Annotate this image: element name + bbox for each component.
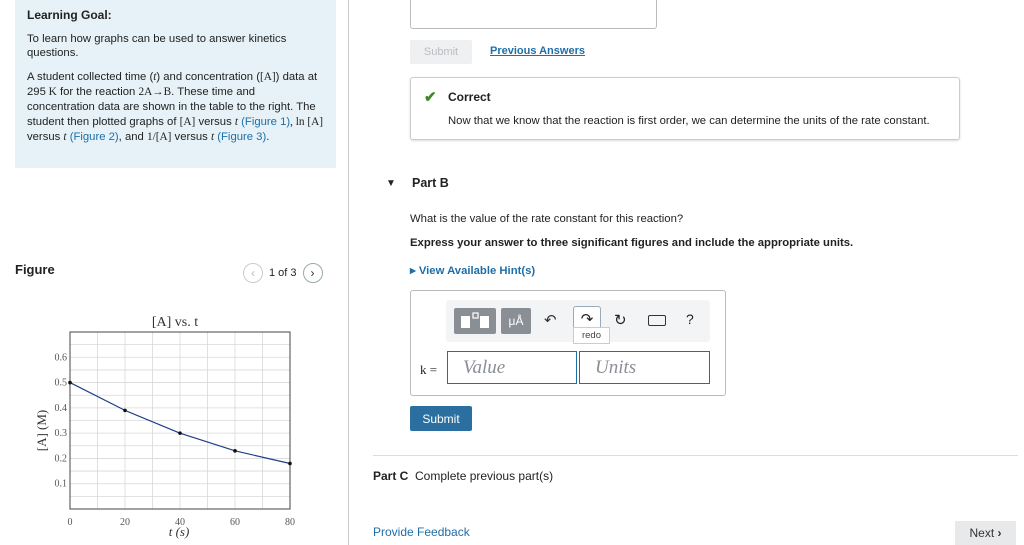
- chevron-right-icon: ›: [997, 526, 1002, 540]
- data-point: [178, 431, 182, 435]
- feedback-message: Now that we know that the reaction is fi…: [448, 115, 930, 127]
- templates-icon[interactable]: [454, 308, 496, 334]
- ln-conc: , ln [A]: [290, 115, 324, 128]
- y-tick-label: 0.3: [55, 428, 68, 439]
- learning-goal-panel: Learning Goal: To learn how graphs can b…: [15, 0, 336, 168]
- previous-answer-box: [410, 0, 657, 29]
- value-input[interactable]: Value: [447, 351, 577, 384]
- unit-k: K: [45, 85, 57, 98]
- y-tick-label: 0.4: [55, 403, 68, 414]
- var-conc: [A]: [259, 70, 276, 83]
- part-b-question: What is the value of the rate constant f…: [410, 213, 684, 225]
- text-fragment: versus: [27, 130, 64, 143]
- x-axis-label: t (s): [169, 524, 190, 539]
- var-t: t: [234, 115, 239, 128]
- figure-pager: ‹ 1 of 3 ›: [243, 263, 323, 283]
- figure-1-link[interactable]: (Figure 1): [241, 116, 290, 128]
- caret-down-icon[interactable]: ▼: [386, 178, 396, 189]
- y-tick-label: 0.6: [55, 352, 68, 363]
- learning-goal-title: Learning Goal:: [27, 8, 112, 22]
- var-t: t: [210, 130, 215, 143]
- reset-icon[interactable]: ↻: [614, 311, 627, 329]
- x-tick-label: 60: [230, 517, 240, 528]
- part-b-title[interactable]: Part B: [412, 176, 449, 190]
- undo-icon[interactable]: ↶: [544, 311, 557, 329]
- hints-label: View Available Hint(s): [418, 265, 536, 277]
- figure-heading: Figure: [15, 262, 55, 277]
- var-conc: [A]: [179, 115, 196, 128]
- figure-2-link[interactable]: (Figure 2): [70, 131, 119, 143]
- y-axis-label: [A] (M): [34, 410, 49, 452]
- checkmark-icon: ✔: [424, 89, 437, 106]
- chevron-right-icon[interactable]: ›: [302, 263, 323, 283]
- variable-label: k =: [420, 362, 438, 377]
- reaction: 2A→B: [138, 85, 172, 98]
- next-label: Next: [969, 526, 995, 540]
- column-divider: [348, 0, 349, 545]
- text-fragment: , and: [118, 130, 147, 143]
- data-point: [123, 408, 127, 413]
- learning-goal-description: A student collected time ( t ) and concent…: [27, 70, 324, 145]
- inverse-conc: 1/[A]: [146, 130, 172, 143]
- part-c-status: Complete previous part(s): [415, 469, 554, 483]
- text-fragment: .: [266, 130, 270, 143]
- provide-feedback-link[interactable]: Provide Feedback: [373, 525, 470, 539]
- hints-link[interactable]: ▸ View Available Hint(s): [410, 264, 535, 277]
- data-point: [68, 380, 72, 385]
- y-tick-label: 0.1: [55, 479, 68, 490]
- part-divider: [373, 455, 1018, 456]
- text-fragment: versus: [195, 115, 235, 128]
- learning-goal-intro: To learn how graphs can be used to answe…: [27, 33, 287, 60]
- figure-3-link[interactable]: (Figure 3): [217, 131, 266, 143]
- feedback-status: Correct: [448, 90, 491, 104]
- x-tick-label: 20: [120, 517, 130, 528]
- part-b-instruction: Express your answer to three significant…: [410, 237, 854, 249]
- units-input[interactable]: Units: [579, 351, 710, 384]
- figure-page-indicator: 1 of 3: [269, 267, 297, 279]
- chevron-left-icon[interactable]: ‹: [243, 263, 263, 283]
- submit-button-disabled[interactable]: Submit: [410, 40, 472, 64]
- part-c-row: Part C Complete previous part(s): [373, 469, 553, 483]
- y-tick-label: 0.2: [55, 453, 68, 464]
- units-button[interactable]: μÅ: [501, 308, 531, 334]
- y-tick-label: 0.5: [55, 378, 68, 389]
- templates-glyph: [461, 312, 489, 328]
- text-fragment: ) and concentration (: [156, 70, 260, 83]
- chart-title: [A] vs. t: [152, 315, 198, 330]
- next-button[interactable]: Next ›: [955, 521, 1016, 545]
- concentration-vs-time-chart: 0 20 40 60 800.10.20.30.40.50.6[A] vs. tt (s…: [34, 315, 295, 539]
- x-tick-label: 0: [68, 517, 73, 528]
- part-c-title: Part C: [373, 469, 409, 483]
- text-fragment: A student collected time (: [27, 70, 154, 83]
- keyboard-icon[interactable]: [648, 315, 666, 326]
- feedback-correct: ✔ Correct Now that we know that the reac…: [410, 77, 960, 140]
- submit-button[interactable]: Submit: [410, 406, 472, 431]
- data-point: [288, 461, 292, 466]
- part-b-header[interactable]: [373, 163, 1018, 203]
- text-fragment: versus: [171, 130, 211, 143]
- redo-tooltip: redo: [573, 327, 610, 344]
- var-t: t: [63, 130, 67, 143]
- text-fragment: for the reaction: [56, 85, 139, 98]
- data-point: [233, 449, 237, 453]
- previous-answers-link[interactable]: Previous Answers: [490, 45, 585, 57]
- help-icon[interactable]: ?: [686, 311, 694, 327]
- x-tick-label: 80: [285, 517, 295, 528]
